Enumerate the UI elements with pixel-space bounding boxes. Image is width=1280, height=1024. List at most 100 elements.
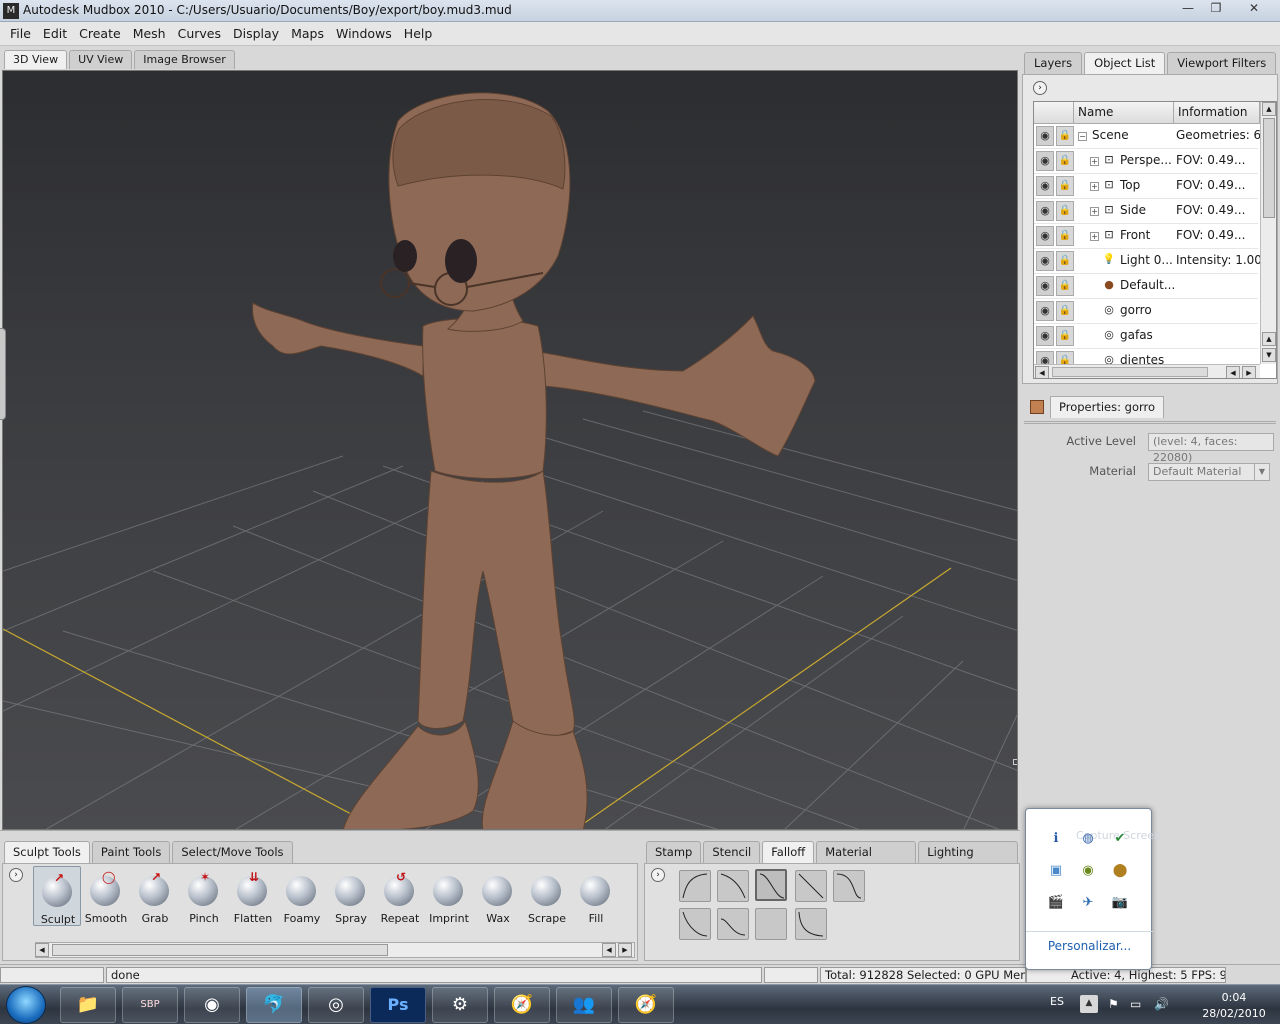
expand-plus-icon[interactable]: + <box>1090 182 1099 191</box>
falloff-curve-1[interactable] <box>679 870 711 902</box>
tools-scroll-thumb[interactable] <box>52 944 388 956</box>
tool-foamy[interactable]: Foamy <box>278 866 326 926</box>
scroll-down-icon[interactable]: ▼ <box>1262 348 1276 362</box>
tab-viewport-filters[interactable]: Viewport Filters <box>1167 52 1277 74</box>
customize-link[interactable]: Personalizar... <box>1026 939 1153 953</box>
falloff-curve-7[interactable] <box>717 908 749 940</box>
object-row[interactable]: ◉ 🔒 + ⊡ Front FOV: 0.49... <box>1034 224 1258 249</box>
update-icon[interactable]: ⬤ <box>1110 861 1130 881</box>
scroll-thumb-horizontal[interactable] <box>1052 367 1208 377</box>
scroll-left-icon[interactable]: ◀ <box>35 943 49 957</box>
tool-grab[interactable]: ↗ Grab <box>131 866 179 926</box>
lock-icon[interactable]: 🔒 <box>1056 326 1074 346</box>
taskbar-app-3-button[interactable]: ◉ <box>184 987 240 1023</box>
tool-sculpt[interactable]: ↗ Sculpt <box>33 866 81 926</box>
security-check-icon[interactable]: ✔ <box>1110 829 1130 849</box>
close-button[interactable]: ✕ <box>1232 0 1276 18</box>
tool-repeat[interactable]: ↺ Repeat <box>376 866 424 926</box>
network-icon[interactable]: ▭ <box>1130 997 1141 1011</box>
scroll-right-icon[interactable]: ▶ <box>1242 366 1256 378</box>
visibility-eye-icon[interactable]: ◉ <box>1036 326 1054 346</box>
visibility-eye-icon[interactable]: ◉ <box>1036 251 1054 271</box>
minimize-button[interactable]: — <box>1174 0 1202 18</box>
object-row[interactable]: ◉ 🔒 ◎ dientes <box>1034 349 1258 364</box>
taskbar-app-7-button[interactable]: ⚙ <box>432 987 488 1023</box>
object-row[interactable]: ◉ 🔒 + ⊡ Side FOV: 0.49... <box>1034 199 1258 224</box>
active-level-field[interactable]: (level: 4, faces: 22080) <box>1148 433 1274 464</box>
falloff-curve-9[interactable] <box>795 908 827 940</box>
tab-image-browser[interactable]: Image Browser <box>134 50 235 69</box>
tab-stamp[interactable]: Stamp <box>646 841 702 863</box>
tool-fill[interactable]: Fill <box>572 866 620 926</box>
taskbar-messenger-button[interactable]: 👥 <box>556 987 612 1023</box>
lock-icon[interactable]: 🔒 <box>1056 151 1074 171</box>
lock-icon[interactable]: 🔒 <box>1056 251 1074 271</box>
scroll-up-icon[interactable]: ▲ <box>1262 102 1276 116</box>
tab-material-presets[interactable]: Material Presets <box>816 841 917 880</box>
tab-select-move-tools[interactable]: Select/Move Tools <box>172 841 293 863</box>
tab-paint-tools[interactable]: Paint Tools <box>91 841 171 863</box>
visibility-eye-icon[interactable]: ◉ <box>1036 351 1054 364</box>
tools-scrollbar[interactable]: ◀ ◀ ▶ <box>35 942 635 958</box>
maximize-button[interactable]: ❐ <box>1202 0 1230 18</box>
expand-arrow-icon[interactable]: › <box>1033 81 1047 95</box>
falloff-curve-4[interactable] <box>795 870 827 902</box>
tab-uv-view[interactable]: UV View <box>69 50 133 69</box>
object-row[interactable]: ◉🔒−Scene Geometries: 6... <box>1034 124 1260 149</box>
menu-help[interactable]: Help <box>398 22 439 45</box>
falloff-curve-8[interactable] <box>755 908 787 940</box>
camera-icon[interactable]: 📷 <box>1110 893 1130 913</box>
tool-smooth[interactable]: ◯ Smooth <box>82 866 130 926</box>
object-row[interactable]: ◉ 🔒 ◎ gorro <box>1034 299 1258 324</box>
tab-object-list[interactable]: Object List <box>1084 52 1166 74</box>
menu-create[interactable]: Create <box>73 22 127 45</box>
scroll-left-icon[interactable]: ◀ <box>1035 366 1049 378</box>
collapse-minus-icon[interactable]: − <box>1078 132 1087 141</box>
expand-plus-icon[interactable]: + <box>1090 157 1099 166</box>
falloff-curve-5[interactable] <box>833 870 865 902</box>
taskbar-safari-2-button[interactable]: 🧭 <box>618 987 674 1023</box>
scroll-left-icon-right[interactable]: ◀ <box>1226 366 1240 378</box>
scroll-left-icon-right[interactable]: ◀ <box>602 943 616 957</box>
visibility-eye-icon[interactable]: ◉ <box>1036 126 1054 146</box>
expand-arrow-icon[interactable]: › <box>651 868 665 882</box>
info-icon[interactable]: ℹ <box>1046 829 1066 849</box>
tool-flatten[interactable]: ⇊ Flatten <box>229 866 277 926</box>
taskbar-app-5-button[interactable]: ◎ <box>308 987 364 1023</box>
show-hidden-icons-button[interactable]: ▲ <box>1080 995 1098 1013</box>
visibility-eye-icon[interactable]: ◉ <box>1036 276 1054 296</box>
lock-icon[interactable]: 🔒 <box>1056 351 1074 364</box>
taskbar-explorer-button[interactable]: 📁 <box>60 987 116 1023</box>
menu-maps[interactable]: Maps <box>285 22 330 45</box>
visibility-eye-icon[interactable]: ◉ <box>1036 226 1054 246</box>
menu-curves[interactable]: Curves <box>172 22 227 45</box>
viewport-corner-handle[interactable] <box>1013 759 1017 765</box>
falloff-curve-6[interactable] <box>679 908 711 940</box>
clock-date[interactable]: 28/02/2010 <box>1196 1007 1272 1020</box>
column-header-information[interactable]: Information <box>1174 102 1260 124</box>
lock-icon[interactable]: 🔒 <box>1056 201 1074 221</box>
expand-plus-icon[interactable]: + <box>1090 232 1099 241</box>
object-row[interactable]: ◉ 🔒 ◎ gafas <box>1034 324 1258 349</box>
lock-icon[interactable]: 🔒 <box>1056 176 1074 196</box>
column-header-name[interactable]: Name <box>1074 102 1174 124</box>
falloff-curve-2[interactable] <box>717 870 749 902</box>
scroll-up-icon-lower[interactable]: ▲ <box>1262 332 1276 346</box>
expand-plus-icon[interactable]: + <box>1090 207 1099 216</box>
horizontal-scrollbar[interactable]: ◀ ◀ ▶ <box>1034 364 1260 378</box>
menu-display[interactable]: Display <box>227 22 285 45</box>
tool-scrape[interactable]: Scrape <box>523 866 571 926</box>
expand-arrow-icon[interactable]: › <box>9 868 23 882</box>
taskbar-photoshop-button[interactable]: Ps <box>370 987 426 1023</box>
taskbar-dolphin-button[interactable]: 🐬 <box>246 987 302 1023</box>
tool-pinch[interactable]: ✶ Pinch <box>180 866 228 926</box>
visibility-eye-icon[interactable]: ◉ <box>1036 151 1054 171</box>
object-row[interactable]: ◉ 🔒 + ⊡ Perspe... FOV: 0.49... <box>1034 149 1258 174</box>
network-shield-icon[interactable]: ◍ <box>1078 829 1098 849</box>
falloff-curve-3[interactable] <box>755 869 787 901</box>
language-indicator[interactable]: ES <box>1050 995 1064 1008</box>
tab-lighting-presets[interactable]: Lighting Presets <box>918 841 1018 880</box>
tab-stencil[interactable]: Stencil <box>703 841 761 863</box>
scroll-thumb[interactable] <box>1263 118 1275 218</box>
menu-mesh[interactable]: Mesh <box>127 22 172 45</box>
